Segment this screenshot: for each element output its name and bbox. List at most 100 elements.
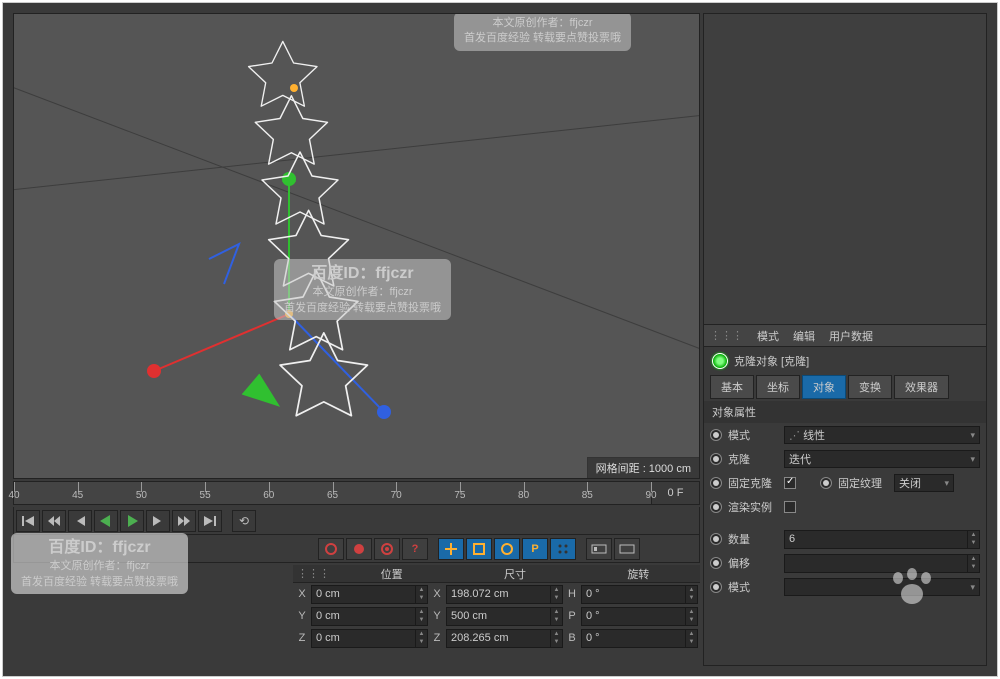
field-size-z[interactable]: 208.265 cm▲▼ xyxy=(446,629,563,648)
render-button[interactable] xyxy=(586,538,612,560)
field-rot-b[interactable]: 0 °▲▼ xyxy=(581,629,698,648)
col-position: 位置 xyxy=(330,566,453,582)
axis-label: Z xyxy=(295,632,309,644)
tab-transform[interactable]: 变换 xyxy=(848,375,892,399)
field-rot-h[interactable]: 0 °▲▼ xyxy=(581,585,698,604)
tab-object[interactable]: 对象 xyxy=(802,375,846,399)
timeline-ruler[interactable]: 4045505560657075808590 0 F xyxy=(13,481,700,505)
coordinate-manager: ⋮⋮⋮ 位置 尺寸 旋转 X0 cm▲▼X198.072 cm▲▼H0 °▲▼Y… xyxy=(293,565,700,675)
anim-dot[interactable] xyxy=(710,453,722,465)
dropdown-pmode[interactable] xyxy=(784,578,980,596)
value-count: 6 xyxy=(789,533,795,545)
col-rotation: 旋转 xyxy=(577,566,700,582)
object-title: 克隆对象 [克隆] xyxy=(734,353,809,369)
spinner[interactable]: ▲▼ xyxy=(415,586,427,603)
viewport-3d[interactable]: 本文原创作者：ffjczr 首发百度经验 转载要点赞投票哦 百度ID：ffjcz… xyxy=(13,13,700,479)
anim-dot[interactable] xyxy=(710,429,722,441)
keyframe-sel-button[interactable] xyxy=(374,538,400,560)
tab-coord[interactable]: 坐标 xyxy=(756,375,800,399)
menu-userdata[interactable]: 用户数据 xyxy=(829,328,873,344)
anim-dot[interactable] xyxy=(710,533,722,545)
tab-basic[interactable]: 基本 xyxy=(710,375,754,399)
field-count[interactable]: 6 ▲▼ xyxy=(784,530,980,549)
axis-label: H xyxy=(565,588,579,600)
spinner[interactable]: ▲▼ xyxy=(685,630,697,647)
move-tool-button[interactable] xyxy=(438,538,464,560)
field-pos-x[interactable]: 0 cm▲▼ xyxy=(311,585,428,604)
axis-label: Z xyxy=(430,632,444,644)
section-object-props: 对象属性 xyxy=(704,401,986,423)
spinner[interactable]: ▲▼ xyxy=(415,630,427,647)
loop-button[interactable]: ⟲ xyxy=(232,510,256,532)
menu-mode[interactable]: 模式 xyxy=(757,328,779,344)
spinner[interactable]: ▲▼ xyxy=(685,586,697,603)
next-key-button[interactable] xyxy=(172,510,196,532)
field-offset[interactable]: ▲▼ xyxy=(784,554,980,573)
prev-key-button[interactable] xyxy=(42,510,66,532)
autokey-button[interactable] xyxy=(346,538,372,560)
tick-label: 60 xyxy=(263,490,274,501)
goto-start-button[interactable] xyxy=(16,510,40,532)
field-rot-p[interactable]: 0 °▲▼ xyxy=(581,607,698,626)
spinner[interactable]: ▲▼ xyxy=(550,608,562,625)
axis-label: P xyxy=(565,610,579,622)
axis-label: X xyxy=(295,588,309,600)
play-forward-button[interactable] xyxy=(120,510,144,532)
grid-spacing-label: 网格间距 : 1000 cm xyxy=(587,457,699,478)
anim-dot[interactable] xyxy=(710,501,722,513)
dropdown-mode[interactable]: ⋰ 线性 xyxy=(784,426,980,444)
record-key-button[interactable] xyxy=(318,538,344,560)
wm-line: 本文原创作者：ffjczr xyxy=(313,286,413,298)
field-size-y[interactable]: 500 cm▲▼ xyxy=(446,607,563,626)
spinner[interactable]: ▲▼ xyxy=(550,630,562,647)
wm-id: 百度ID：ffjczr xyxy=(21,537,178,559)
axis-label: Y xyxy=(295,610,309,622)
anim-dot[interactable] xyxy=(820,477,832,489)
grip-icon: ⋮⋮⋮ xyxy=(293,567,330,580)
tick-label: 45 xyxy=(72,490,83,501)
field-pos-z[interactable]: 0 cm▲▼ xyxy=(311,629,428,648)
label-count: 数量 xyxy=(728,531,778,547)
tick-label: 80 xyxy=(518,490,529,501)
spinner[interactable]: ▲▼ xyxy=(685,608,697,625)
label-fixclone: 固定克隆 xyxy=(728,475,778,491)
anim-dot[interactable] xyxy=(710,557,722,569)
anim-dot[interactable] xyxy=(710,581,722,593)
axis-label: X xyxy=(430,588,444,600)
attribute-manager: 克隆对象 [克隆] 基本 坐标 对象 变换 效果器 对象属性 模式 ⋰ 线性 克… xyxy=(703,347,987,666)
checkbox-render[interactable] xyxy=(784,501,796,513)
scale-tool-button[interactable] xyxy=(466,538,492,560)
axis-label: B xyxy=(565,632,579,644)
value-fixtex: 关闭 xyxy=(899,475,921,491)
next-frame-button[interactable] xyxy=(146,510,170,532)
param-tool-button[interactable]: P xyxy=(522,538,548,560)
prev-frame-button[interactable] xyxy=(68,510,92,532)
play-back-button[interactable] xyxy=(94,510,118,532)
label-pmode: 模式 xyxy=(728,579,778,595)
watermark-top: 本文原创作者：ffjczr 首发百度经验 转载要点赞投票哦 xyxy=(454,13,631,51)
tick-label: 50 xyxy=(136,490,147,501)
pointlevel-button[interactable] xyxy=(550,538,576,560)
spinner[interactable]: ▲▼ xyxy=(967,531,979,548)
label-render: 渲染实例 xyxy=(728,499,778,515)
tick-label: 40 xyxy=(8,490,19,501)
goto-end-button[interactable] xyxy=(198,510,222,532)
menu-edit[interactable]: 编辑 xyxy=(793,328,815,344)
tab-effector[interactable]: 效果器 xyxy=(894,375,949,399)
rotate-tool-button[interactable] xyxy=(494,538,520,560)
anim-dot[interactable] xyxy=(710,477,722,489)
spinner[interactable]: ▲▼ xyxy=(550,586,562,603)
checkbox-fixclone[interactable] xyxy=(784,477,796,489)
value-clone: 迭代 xyxy=(789,451,811,467)
help-button[interactable]: ? xyxy=(402,538,428,560)
tick-label: 85 xyxy=(582,490,593,501)
field-pos-y[interactable]: 0 cm▲▼ xyxy=(311,607,428,626)
dropdown-fixtex[interactable]: 关闭 xyxy=(894,474,954,492)
object-manager[interactable] xyxy=(703,13,987,325)
value-mode: 线性 xyxy=(803,427,825,443)
field-size-x[interactable]: 198.072 cm▲▼ xyxy=(446,585,563,604)
spinner[interactable]: ▲▼ xyxy=(967,555,979,572)
spinner[interactable]: ▲▼ xyxy=(415,608,427,625)
dropdown-clone[interactable]: 迭代 xyxy=(784,450,980,468)
render-settings-button[interactable] xyxy=(614,538,640,560)
